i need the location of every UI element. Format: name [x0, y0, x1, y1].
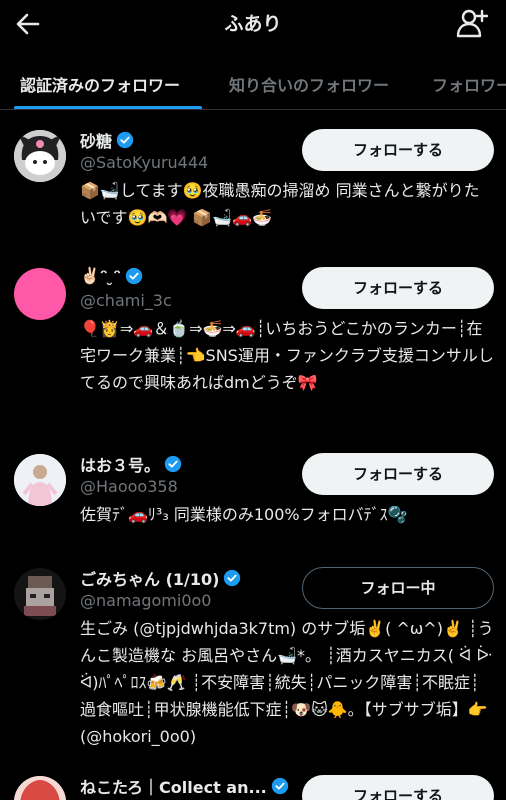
- tab-followers[interactable]: フォロワー: [432, 72, 506, 96]
- user-handle: @namagomi0o0: [80, 591, 212, 610]
- verified-badge-icon: [116, 131, 134, 149]
- verified-badge-icon: [164, 455, 182, 473]
- avatar[interactable]: [14, 268, 66, 320]
- profile-photo-icon: [14, 454, 66, 506]
- tab-verified-followers[interactable]: 認証済みのフォロワー: [20, 72, 180, 96]
- user-bio: 佐賀ﾃﾞ🚗ﾘ³₃ 同業様のみ100%フォロバﾃﾞｽ🫧: [80, 505, 408, 524]
- add-user-icon[interactable]: [456, 8, 488, 38]
- anime-avatar-icon: [14, 776, 66, 800]
- user-bio: 生ごみ (@tjpjdwhjda3k7tm) のサブ垢✌️( ^ω^)✌️ ┊う…: [80, 619, 494, 746]
- follow-button[interactable]: フォローする: [302, 129, 494, 171]
- display-name: ✌🏻ᵔ ̮ᵔ: [80, 266, 143, 285]
- display-name: はお３号。: [80, 452, 182, 476]
- avatar[interactable]: [14, 776, 66, 800]
- top-bar: ふあり: [0, 0, 506, 48]
- avatar[interactable]: [14, 454, 66, 506]
- display-name: 砂糖: [80, 128, 134, 152]
- verified-badge-icon: [224, 569, 241, 587]
- display-name: ごみちゃん (1/10): [80, 566, 241, 590]
- follow-button[interactable]: フォローする: [302, 267, 494, 309]
- active-tab-indicator: [14, 106, 202, 109]
- avatar[interactable]: [14, 568, 66, 620]
- follow-button[interactable]: フォローする: [302, 775, 494, 800]
- page-title: ふあり: [224, 13, 282, 35]
- user-handle: @Haooo358: [80, 477, 178, 496]
- user-bio: 📦🛁してます🥹夜職愚痴の掃溜め 同業さんと繋がりたいです🥹🫶🏻💗 📦🛁🚗🍜: [80, 181, 480, 227]
- follow-button[interactable]: フォローする: [302, 453, 494, 495]
- following-button[interactable]: フォロー中: [302, 567, 494, 609]
- user-bio: 🎈👸⇒🚗＆🍵⇒🍜⇒🚗┊いちおうどこかのランカー┊在宅ワーク兼業┊👈SNS運用・フ…: [80, 319, 494, 392]
- user-handle: @chami_3c: [80, 291, 172, 310]
- display-name: ねこたろ｜Collect an...: [80, 774, 289, 798]
- tab-bar: 認証済みのフォロワー 知り合いのフォロワー フォロワー: [0, 54, 506, 110]
- user-handle: @SatoKyuru444: [80, 153, 209, 172]
- kuromi-avatar-icon: [14, 130, 66, 182]
- tab-followers-you-know[interactable]: 知り合いのフォロワー: [229, 72, 389, 96]
- avatar[interactable]: [14, 130, 66, 182]
- verified-badge-icon: [125, 267, 143, 284]
- pixel-avatar-icon: [14, 568, 66, 620]
- verified-badge-icon: [271, 777, 288, 795]
